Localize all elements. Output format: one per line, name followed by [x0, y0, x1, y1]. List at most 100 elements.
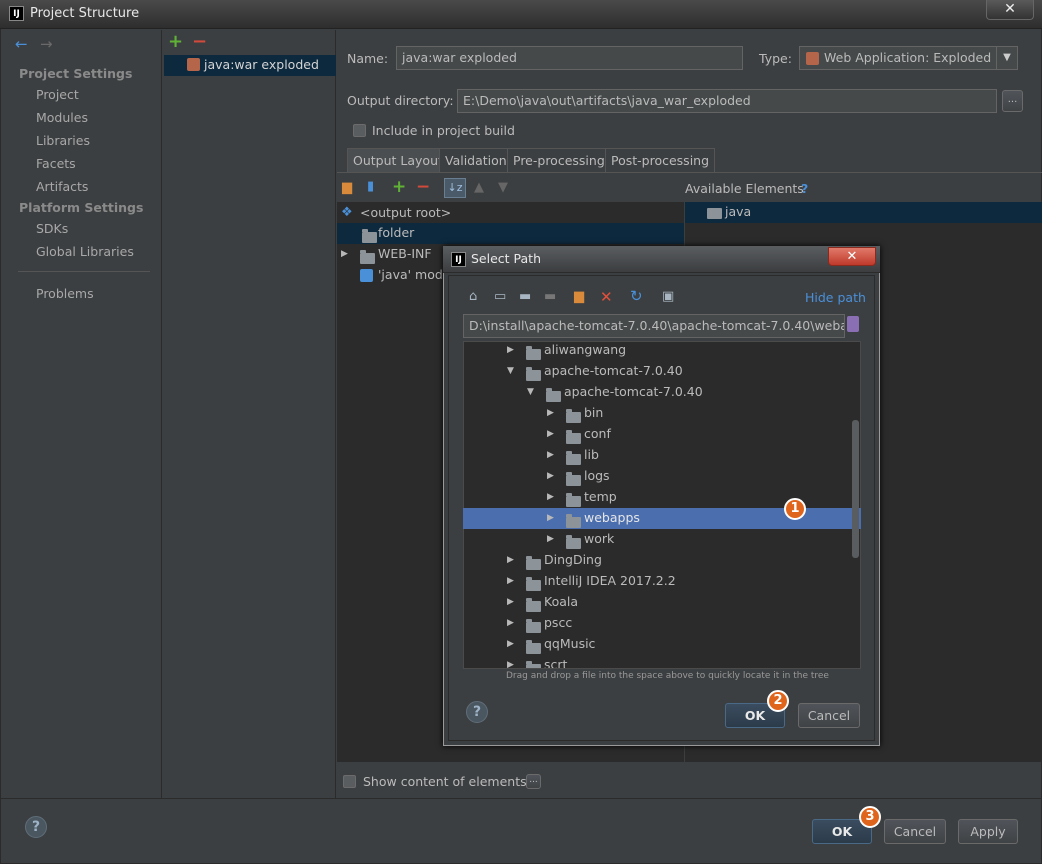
- sidebar-item-sdks[interactable]: SDKs: [36, 221, 68, 236]
- sidebar-item-project[interactable]: Project: [36, 87, 79, 102]
- expand-triangle-icon[interactable]: ▶: [547, 408, 554, 418]
- module-folder-nav-icon[interactable]: ▬: [544, 289, 556, 304]
- bottom-divider: [1, 798, 1042, 799]
- tree-row[interactable]: ▶ Koala: [463, 592, 851, 613]
- tree-row[interactable]: ▶ aliwangwang: [463, 341, 851, 361]
- new-directory-icon[interactable]: ▆: [342, 180, 352, 195]
- artifact-list-panel: [163, 30, 336, 798]
- archive-icon[interactable]: ▮: [367, 179, 374, 194]
- expand-triangle-icon[interactable]: ▶: [507, 639, 514, 649]
- tree-item-output-root[interactable]: ❖ <output root>: [337, 203, 684, 224]
- sidebar-item-global-libraries[interactable]: Global Libraries: [36, 244, 134, 259]
- tree-row[interactable]: ▶ logs: [463, 466, 851, 487]
- tree-row[interactable]: ▶ lib: [463, 445, 851, 466]
- sidebar-item-modules[interactable]: Modules: [36, 110, 88, 125]
- folder-icon: [526, 598, 541, 612]
- annotation-badge-2: 2: [767, 690, 789, 712]
- include-in-build-checkbox[interactable]: [353, 124, 366, 137]
- back-arrow-icon[interactable]: ←: [15, 35, 28, 53]
- select-path-help-button[interactable]: ?: [466, 701, 488, 723]
- expand-triangle-icon[interactable]: ▶: [547, 450, 554, 460]
- tree-row-label: aliwangwang: [544, 342, 627, 357]
- path-history-icon[interactable]: [847, 316, 859, 332]
- select-path-input[interactable]: D:\install\apache-tomcat-7.0.40\apache-t…: [463, 314, 845, 338]
- tree-scrollbar-thumb[interactable]: [852, 420, 859, 558]
- tab-post-processing[interactable]: Post-processing: [605, 148, 716, 173]
- tab-pre-processing[interactable]: Pre-processing: [507, 148, 611, 173]
- apply-button[interactable]: Apply: [958, 819, 1018, 844]
- remove-element-icon[interactable]: −: [416, 177, 430, 197]
- show-hidden-icon[interactable]: ▣: [662, 289, 674, 304]
- tree-row[interactable]: ▶ DingDing: [463, 550, 851, 571]
- tree-item-java-module[interactable]: 'java' modu: [337, 265, 443, 286]
- tree-row[interactable]: ▼ apache-tomcat-7.0.40: [463, 382, 851, 403]
- tab-output-layout[interactable]: Output Layout: [347, 148, 449, 173]
- select-path-cancel-button[interactable]: Cancel: [798, 703, 860, 728]
- new-folder-icon[interactable]: ▆: [574, 289, 584, 304]
- show-content-checkbox[interactable]: [343, 775, 356, 788]
- sidebar-item-facets[interactable]: Facets: [36, 156, 76, 171]
- tree-row[interactable]: ▼ apache-tomcat-7.0.40: [463, 361, 851, 382]
- browse-output-directory-button[interactable]: ...: [1002, 90, 1023, 112]
- collapse-triangle-icon[interactable]: ▼: [507, 366, 514, 376]
- move-up-icon[interactable]: ▲: [474, 180, 484, 195]
- tree-row-label: Koala: [544, 594, 579, 609]
- expand-triangle-icon[interactable]: ▶: [507, 618, 514, 628]
- folder-icon: [526, 367, 541, 381]
- expand-triangle-icon[interactable]: ▶: [507, 576, 514, 586]
- help-icon[interactable]: ?: [801, 181, 808, 196]
- sidebar-item-problems[interactable]: Problems: [36, 286, 94, 301]
- delete-icon[interactable]: ✕: [600, 288, 613, 306]
- expand-triangle-icon[interactable]: ▶: [547, 492, 554, 502]
- tree-item-folder[interactable]: folder: [337, 223, 684, 244]
- home-icon[interactable]: ⌂: [469, 289, 477, 304]
- forward-arrow-icon[interactable]: →: [40, 35, 53, 53]
- folder-icon: [526, 556, 541, 570]
- sort-elements-icon[interactable]: ↓z: [444, 178, 466, 198]
- tab-validation[interactable]: Validation: [439, 148, 513, 173]
- expand-triangle-icon[interactable]: ▶: [547, 513, 554, 523]
- move-down-icon[interactable]: ▼: [498, 180, 508, 195]
- cancel-button[interactable]: Cancel: [884, 819, 946, 844]
- tree-row-label: lib: [584, 447, 599, 462]
- folder-icon: [526, 619, 541, 633]
- available-item-java[interactable]: java: [685, 202, 1042, 223]
- expand-triangle-icon[interactable]: ▶: [547, 471, 554, 481]
- output-root-icon: ❖: [341, 205, 353, 220]
- expand-triangle-icon[interactable]: ▶: [507, 555, 514, 565]
- expand-triangle-icon[interactable]: ▶: [547, 534, 554, 544]
- collapse-triangle-icon[interactable]: ▼: [527, 387, 534, 397]
- desktop-icon[interactable]: ▭: [494, 289, 506, 304]
- add-element-icon[interactable]: +: [392, 177, 406, 197]
- expand-triangle-icon[interactable]: ▶: [507, 345, 514, 355]
- tree-row[interactable]: ▶ work: [463, 529, 851, 550]
- module-output-icon: [360, 269, 373, 282]
- expand-triangle-icon[interactable]: ▶: [547, 429, 554, 439]
- tree-row[interactable]: ▶ qqMusic: [463, 634, 851, 655]
- select-path-close-button[interactable]: ✕: [828, 247, 876, 266]
- window-close-button[interactable]: ✕: [986, 0, 1034, 20]
- tree-row[interactable]: ▶ IntelliJ IDEA 2017.2.2: [463, 571, 851, 592]
- output-directory-input[interactable]: E:\Demo\java\out\artifacts\java_war_expl…: [457, 89, 997, 113]
- tree-row-label: pscc: [544, 615, 573, 630]
- project-folder-icon[interactable]: ▬: [519, 289, 531, 304]
- tree-row[interactable]: ▶ scrt: [463, 655, 851, 668]
- expand-triangle-icon[interactable]: ▶: [341, 249, 348, 259]
- tree-row[interactable]: ▶ bin: [463, 403, 851, 424]
- hide-path-link[interactable]: Hide path: [805, 290, 866, 305]
- window-title: Project Structure: [30, 6, 140, 21]
- artifact-name-input[interactable]: java:war exploded: [396, 46, 743, 70]
- expand-triangle-icon[interactable]: ▶: [507, 597, 514, 607]
- sidebar-item-artifacts[interactable]: Artifacts: [36, 179, 88, 194]
- help-button[interactable]: ?: [25, 816, 47, 838]
- artifact-type-select[interactable]: Web Application: Exploded ▼: [799, 46, 1018, 70]
- tree-row[interactable]: ▶ conf: [463, 424, 851, 445]
- show-content-options-button[interactable]: ...: [526, 774, 541, 789]
- artifact-list-item[interactable]: java:war exploded: [164, 55, 336, 76]
- tree-row[interactable]: ▶ pscc: [463, 613, 851, 634]
- add-artifact-icon[interactable]: +: [168, 31, 183, 52]
- remove-artifact-icon[interactable]: −: [192, 31, 207, 52]
- refresh-icon[interactable]: ↻: [630, 287, 643, 305]
- expand-triangle-icon[interactable]: ▶: [507, 660, 514, 668]
- sidebar-item-libraries[interactable]: Libraries: [36, 133, 90, 148]
